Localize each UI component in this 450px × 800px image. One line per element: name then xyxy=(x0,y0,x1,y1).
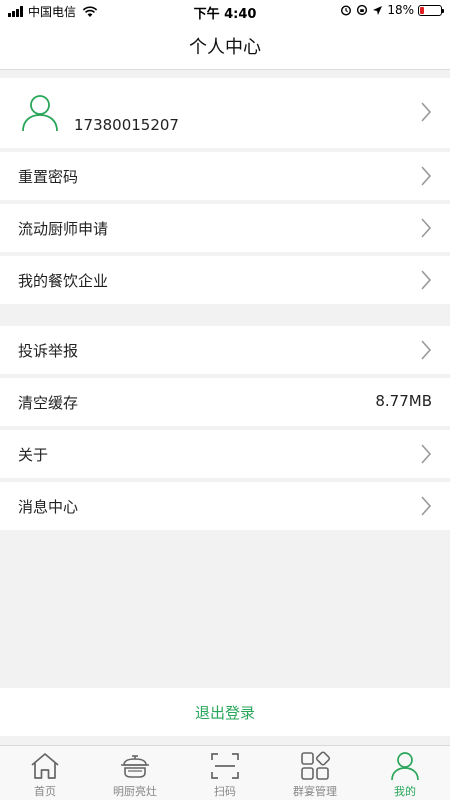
grid-icon xyxy=(301,751,331,780)
menu-label: 流动厨师申请 xyxy=(18,220,109,238)
scan-icon xyxy=(211,753,239,779)
chevron-right-icon xyxy=(421,340,432,360)
tab-label: 我的 xyxy=(394,785,416,798)
rotation-lock-icon xyxy=(357,4,368,16)
tab-scan[interactable]: 扫码 xyxy=(180,746,270,800)
menu-item-about[interactable]: 关于 xyxy=(0,430,450,478)
tab-label: 明厨亮灶 xyxy=(113,785,157,798)
cache-size: 8.77MB xyxy=(375,392,432,410)
tab-label: 扫码 xyxy=(214,785,236,798)
logout-label: 退出登录 xyxy=(194,703,255,722)
logout-button[interactable]: 退出登录 xyxy=(0,688,450,736)
tab-banquet[interactable]: 群宴管理 xyxy=(270,746,360,800)
chevron-right-icon xyxy=(421,496,432,516)
profile-row[interactable]: 17380015207 xyxy=(0,78,450,148)
battery-icon xyxy=(418,4,444,16)
page-title: 个人中心 xyxy=(189,36,261,58)
chevron-right-icon xyxy=(421,270,432,290)
menu-item-mobile-chef[interactable]: 流动厨师申请 xyxy=(0,204,450,252)
menu-label: 消息中心 xyxy=(18,498,79,516)
nav-bar: 个人中心 xyxy=(0,22,450,70)
status-bar: 中国电信 下午 4:40 18% xyxy=(0,0,450,22)
location-icon xyxy=(373,5,383,15)
chevron-right-icon xyxy=(421,444,432,464)
home-icon xyxy=(31,753,59,779)
tab-label: 首页 xyxy=(34,785,56,798)
avatar-icon xyxy=(22,95,58,132)
menu-item-complaint[interactable]: 投诉举报 xyxy=(0,326,450,374)
user-icon xyxy=(391,752,419,781)
menu-label: 重置密码 xyxy=(18,168,79,186)
menu-item-my-company[interactable]: 我的餐饮企业 xyxy=(0,256,450,304)
tab-mine[interactable]: 我的 xyxy=(360,746,450,800)
menu-label: 清空缓存 xyxy=(18,394,79,412)
chevron-right-icon xyxy=(421,102,432,122)
status-right: 18% xyxy=(340,3,444,17)
tab-bar: 首页 明厨亮灶 扫码 群宴管理 我的 xyxy=(0,745,450,800)
alarm-icon xyxy=(341,5,352,16)
battery-fill xyxy=(420,6,424,14)
menu-label: 关于 xyxy=(18,446,49,464)
tab-home[interactable]: 首页 xyxy=(0,746,90,800)
menu-label: 我的餐饮企业 xyxy=(18,272,109,290)
chevron-right-icon xyxy=(421,218,432,238)
chevron-right-icon xyxy=(421,166,432,186)
pot-icon xyxy=(121,755,149,778)
tab-kitchen[interactable]: 明厨亮灶 xyxy=(90,746,180,800)
menu-label: 投诉举报 xyxy=(18,342,79,360)
profile-phone: 17380015207 xyxy=(74,116,179,134)
battery-percent: 18% xyxy=(387,3,414,17)
tab-label: 群宴管理 xyxy=(293,785,337,798)
menu-item-clear-cache[interactable]: 清空缓存 8.77MB xyxy=(0,378,450,426)
menu-item-messages[interactable]: 消息中心 xyxy=(0,482,450,530)
menu-item-reset-password[interactable]: 重置密码 xyxy=(0,152,450,200)
